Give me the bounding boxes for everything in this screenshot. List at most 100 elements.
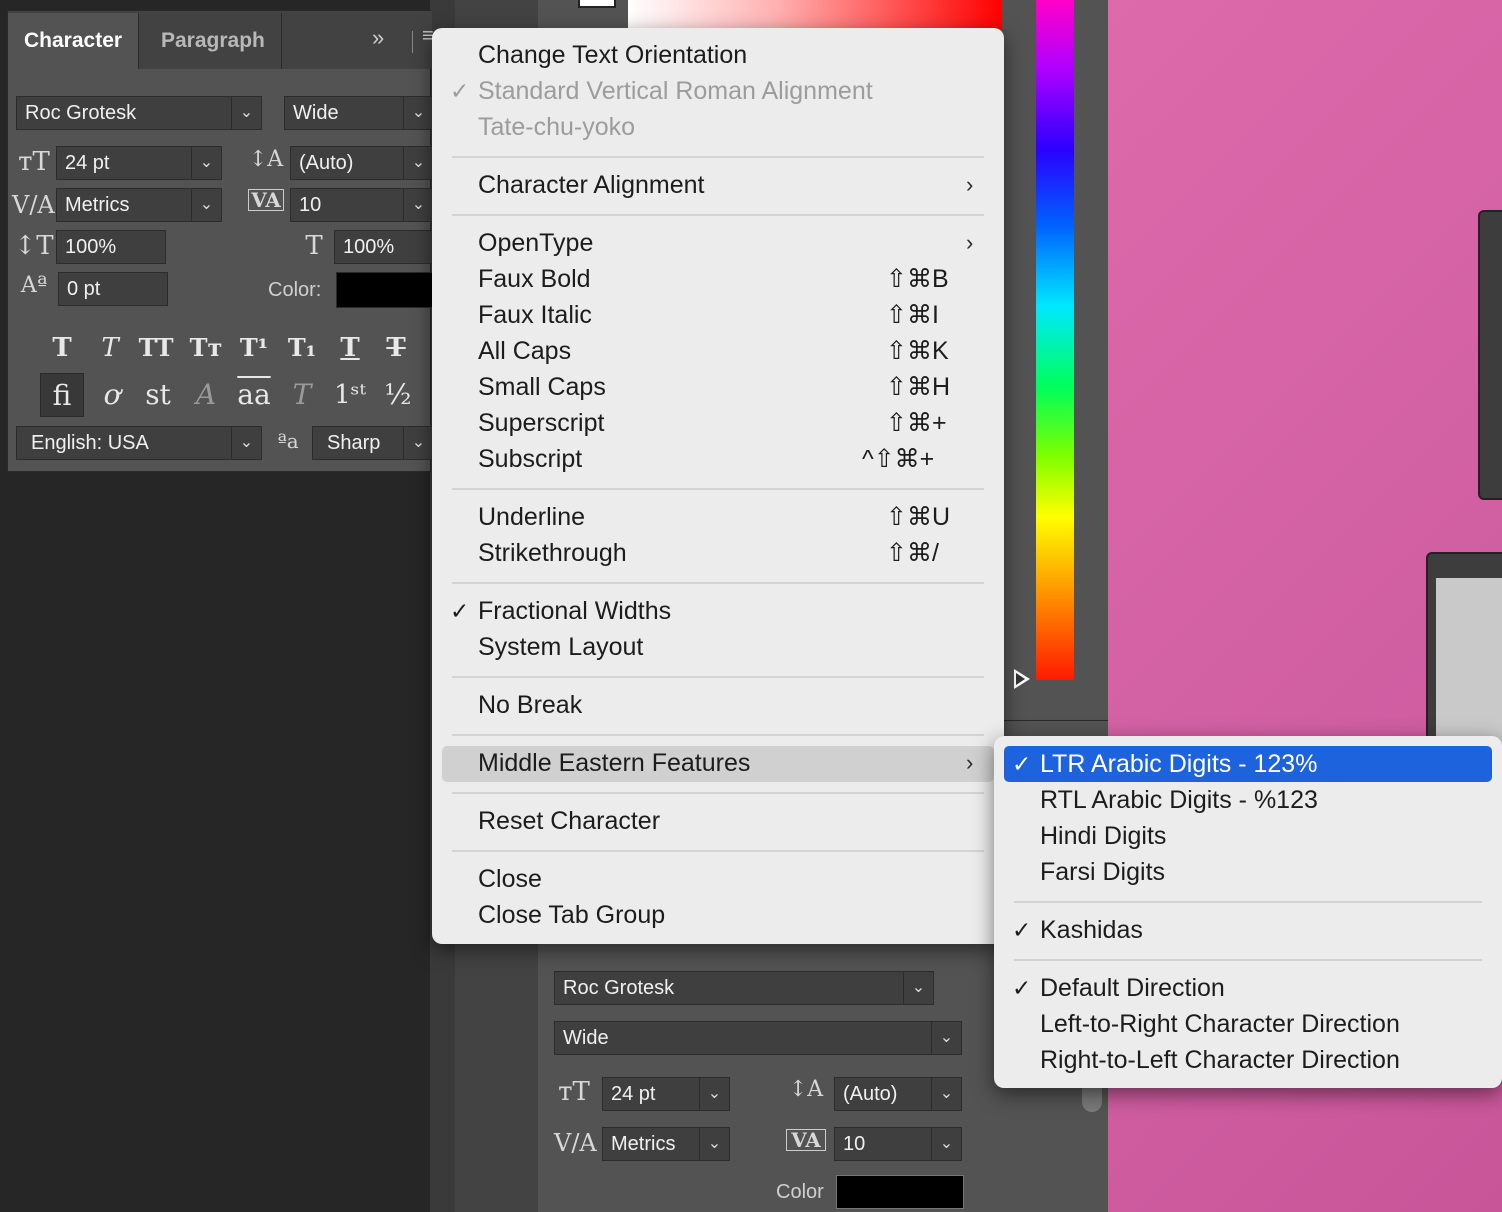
baseline-shift-icon: Aª <box>20 273 48 298</box>
antialias-icon: ªa <box>277 429 299 453</box>
color-field[interactable] <box>628 0 1002 30</box>
menu-item-faux-italic[interactable]: Faux Italic <box>478 297 592 333</box>
leading-field[interactable]: (Auto) ⌄ <box>834 1077 962 1111</box>
menu-item-change-text-orientation[interactable]: Change Text Orientation <box>478 37 747 73</box>
menu-item-close[interactable]: Close <box>478 861 542 897</box>
language-select[interactable]: English: USA ⌄ <box>16 426 262 460</box>
submenu-item-rtl-character-direction[interactable]: Right-to-Left Character Direction <box>1040 1042 1400 1078</box>
submenu-item-ltr-arabic-digits[interactable]: LTR Arabic Digits - 123% <box>1040 746 1317 782</box>
contextual-alternates-icon[interactable]: T <box>280 373 324 417</box>
font-style-select[interactable]: Wide ⌄ <box>554 1021 962 1055</box>
chevron-down-icon: ⌄ <box>931 1078 961 1110</box>
kerning-select[interactable]: Metrics ⌄ <box>56 188 222 222</box>
shortcut-label: ⇧⌘K <box>886 337 949 365</box>
strikethrough-icon[interactable]: T <box>376 333 416 363</box>
swash-icon[interactable]: st <box>136 373 180 417</box>
submenu-item-ltr-character-direction[interactable]: Left-to-Right Character Direction <box>1040 1006 1400 1042</box>
shortcut-label: ⇧⌘/ <box>886 539 939 567</box>
chevron-down-icon: ⌄ <box>191 189 221 221</box>
menu-item-reset-character[interactable]: Reset Character <box>478 803 660 839</box>
menu-item-fractional-widths[interactable]: Fractional Widths <box>478 593 671 629</box>
vertical-scale-field[interactable]: 100% <box>56 230 166 264</box>
menu-separator <box>452 676 984 678</box>
menu-item-small-caps[interactable]: Small Caps <box>478 369 606 405</box>
antialias-select[interactable]: Sharp ⌄ <box>312 426 434 460</box>
chevron-down-icon: ⌄ <box>403 97 433 129</box>
tracking-icon: VA <box>786 1129 826 1151</box>
checkmark-icon: ✓ <box>450 78 470 104</box>
menu-item-no-break[interactable]: No Break <box>478 687 582 723</box>
faux-italic-icon[interactable]: T <box>90 333 130 363</box>
small-caps-icon[interactable]: Tт <box>186 333 226 363</box>
leading-field[interactable]: (Auto) ⌄ <box>290 146 434 180</box>
shortcut-label: ⇧⌘+ <box>886 409 947 437</box>
menu-item-tate-chu-yoko: Tate-chu-yoko <box>478 113 636 141</box>
stylistic-alternates-icon[interactable]: A <box>184 373 228 417</box>
chevron-down-icon: ⌄ <box>699 1078 729 1110</box>
menu-separator <box>1014 901 1482 903</box>
menu-item-middle-eastern-features[interactable]: Middle Eastern Features <box>478 745 750 781</box>
ordinals-icon[interactable]: 1ˢᵗ <box>328 373 372 417</box>
menu-item-underline[interactable]: Underline <box>478 499 585 535</box>
tracking-field[interactable]: 10 ⌄ <box>290 188 434 222</box>
kerning-select[interactable]: Metrics ⌄ <box>602 1127 730 1161</box>
font-size-field[interactable]: 24 pt ⌄ <box>602 1077 730 1111</box>
horizontal-scale-field[interactable]: 100% <box>334 230 434 264</box>
menu-item-close-tab-group[interactable]: Close Tab Group <box>478 897 665 933</box>
menu-item-strikethrough[interactable]: Strikethrough <box>478 535 627 571</box>
tab-character[interactable]: Character <box>8 13 140 69</box>
chevron-right-icon: › <box>966 172 974 197</box>
titling-alternates-icon[interactable]: aa <box>232 373 276 417</box>
font-size-field[interactable]: 24 pt ⌄ <box>56 146 222 180</box>
menu-item-all-caps[interactable]: All Caps <box>478 333 571 369</box>
menu-item-opentype[interactable]: OpenType <box>478 225 593 261</box>
baseline-shift-field[interactable]: 0 pt <box>58 272 168 306</box>
chevron-down-icon: ⌄ <box>191 147 221 179</box>
chevron-down-icon: ⌄ <box>903 972 933 1004</box>
font-size-icon: ᴛT <box>558 1077 590 1107</box>
subscript-icon[interactable]: T₁ <box>282 333 322 363</box>
fractions-icon[interactable]: ½ <box>376 373 420 417</box>
submenu-item-hindi-digits[interactable]: Hindi Digits <box>1040 818 1166 854</box>
chevron-down-icon: ⌄ <box>931 1128 961 1160</box>
tracking-field[interactable]: 10 ⌄ <box>834 1127 962 1161</box>
leading-icon: ↕A <box>248 147 284 172</box>
font-family-select[interactable]: Roc Grotesk ⌄ <box>554 971 934 1005</box>
submenu-item-rtl-arabic-digits[interactable]: RTL Arabic Digits - %123 <box>1040 782 1318 818</box>
shortcut-label: ⇧⌘U <box>886 503 951 531</box>
submenu-item-default-direction[interactable]: Default Direction <box>1040 970 1225 1006</box>
text-color-swatch[interactable] <box>336 272 434 308</box>
color-picker-marker[interactable] <box>578 0 616 8</box>
menu-item-character-alignment[interactable]: Character Alignment <box>478 167 705 203</box>
chevron-down-icon: ⌄ <box>403 189 433 221</box>
all-caps-icon[interactable]: TT <box>136 333 176 363</box>
double-chevron-right-icon[interactable]: » <box>372 25 384 51</box>
submenu-item-farsi-digits[interactable]: Farsi Digits <box>1040 854 1165 890</box>
menu-separator <box>452 850 984 852</box>
font-family-select[interactable]: Roc Grotesk ⌄ <box>16 96 262 130</box>
underline-icon[interactable]: T <box>330 333 370 363</box>
submenu-item-kashidas[interactable]: Kashidas <box>1040 912 1143 948</box>
menu-item-faux-bold[interactable]: Faux Bold <box>478 261 591 297</box>
menu-item-superscript[interactable]: Superscript <box>478 405 604 441</box>
checkmark-icon: ✓ <box>450 598 470 624</box>
hue-slider-bar[interactable] <box>1036 0 1074 680</box>
checkmark-icon: ✓ <box>1012 917 1032 943</box>
tab-paragraph[interactable]: Paragraph <box>145 13 282 69</box>
superscript-icon[interactable]: T¹ <box>234 333 274 363</box>
faux-bold-icon[interactable]: T <box>42 333 82 363</box>
menu-item-subscript[interactable]: Subscript <box>478 441 582 477</box>
menu-item-system-layout[interactable]: System Layout <box>478 629 643 665</box>
checkmark-icon: ✓ <box>1012 975 1032 1001</box>
menu-separator <box>1014 959 1482 961</box>
discretionary-ligatures-icon[interactable]: ơ <box>90 373 134 417</box>
menu-separator <box>452 488 984 490</box>
horizontal-scale-icon: T <box>305 231 323 261</box>
text-color-swatch[interactable] <box>836 1175 964 1209</box>
leading-icon: ↕A <box>788 1077 824 1102</box>
menu-separator <box>452 734 984 736</box>
font-style-select[interactable]: Wide ⌄ <box>284 96 434 130</box>
chevron-down-icon: ⌄ <box>699 1128 729 1160</box>
middle-eastern-features-submenu: ✓ LTR Arabic Digits - 123% RTL Arabic Di… <box>994 736 1502 1088</box>
ligatures-icon[interactable]: ﬁ <box>40 373 84 417</box>
